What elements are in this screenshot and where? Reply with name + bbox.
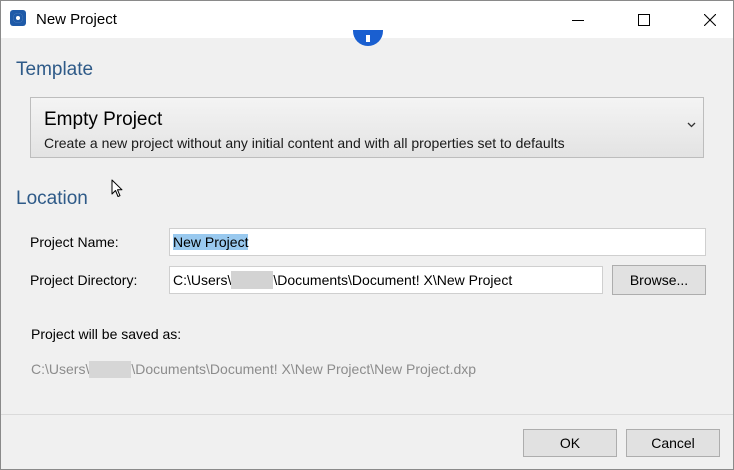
browse-button[interactable]: Browse... xyxy=(612,265,706,295)
saved-path-suffix: \Documents\Document! X\New Project\New P… xyxy=(131,361,477,377)
template-heading: Template xyxy=(16,59,94,80)
mouse-cursor-icon xyxy=(111,179,123,197)
template-name: Empty Project xyxy=(44,109,163,130)
project-name-value: New Project xyxy=(173,234,249,250)
redacted-username xyxy=(89,361,132,378)
info-badge-icon xyxy=(353,30,383,46)
app-icon xyxy=(10,10,26,26)
project-directory-input[interactable]: C:\Users\ \Documents\Document! X\New Proj… xyxy=(169,266,603,294)
project-name-input[interactable]: New Project xyxy=(169,228,706,256)
directory-suffix: \Documents\Document! X\New Project xyxy=(273,272,513,288)
ok-button[interactable]: OK xyxy=(523,429,617,457)
minimize-icon xyxy=(572,20,584,21)
close-icon xyxy=(704,14,716,26)
window-title: New Project xyxy=(36,11,117,28)
saved-as-label: Project will be saved as: xyxy=(31,326,182,342)
footer-divider xyxy=(1,414,733,415)
chevron-down-icon xyxy=(687,122,696,128)
template-description: Create a new project without any initial… xyxy=(44,135,565,151)
maximize-icon xyxy=(638,14,650,26)
project-name-label: Project Name: xyxy=(30,234,119,250)
close-button[interactable] xyxy=(687,1,733,38)
saved-path: C:\Users\ \Documents\Document! X\New Proj… xyxy=(31,361,476,378)
minimize-button[interactable] xyxy=(555,1,601,38)
saved-path-prefix: C:\Users\ xyxy=(31,361,90,377)
directory-prefix: C:\Users\ xyxy=(173,272,232,288)
maximize-button[interactable] xyxy=(621,1,667,38)
cancel-button[interactable]: Cancel xyxy=(626,429,720,457)
location-heading: Location xyxy=(16,188,88,209)
project-directory-label: Project Directory: xyxy=(30,272,138,288)
redacted-username xyxy=(231,271,274,289)
new-project-dialog: New Project Template Empty Project Creat… xyxy=(0,0,734,470)
template-dropdown[interactable]: Empty Project Create a new project witho… xyxy=(30,97,704,158)
